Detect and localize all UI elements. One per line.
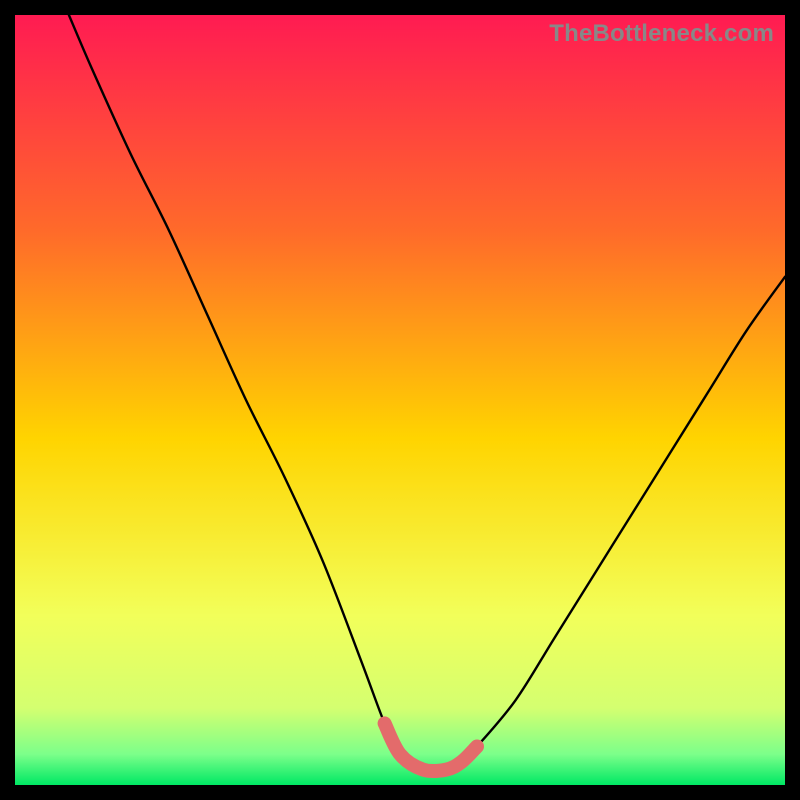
optimal-range-highlight — [15, 15, 785, 785]
watermark-text: TheBottleneck.com — [549, 20, 774, 48]
chart-frame: TheBottleneck.com — [14, 14, 786, 786]
plot-area — [15, 15, 785, 785]
